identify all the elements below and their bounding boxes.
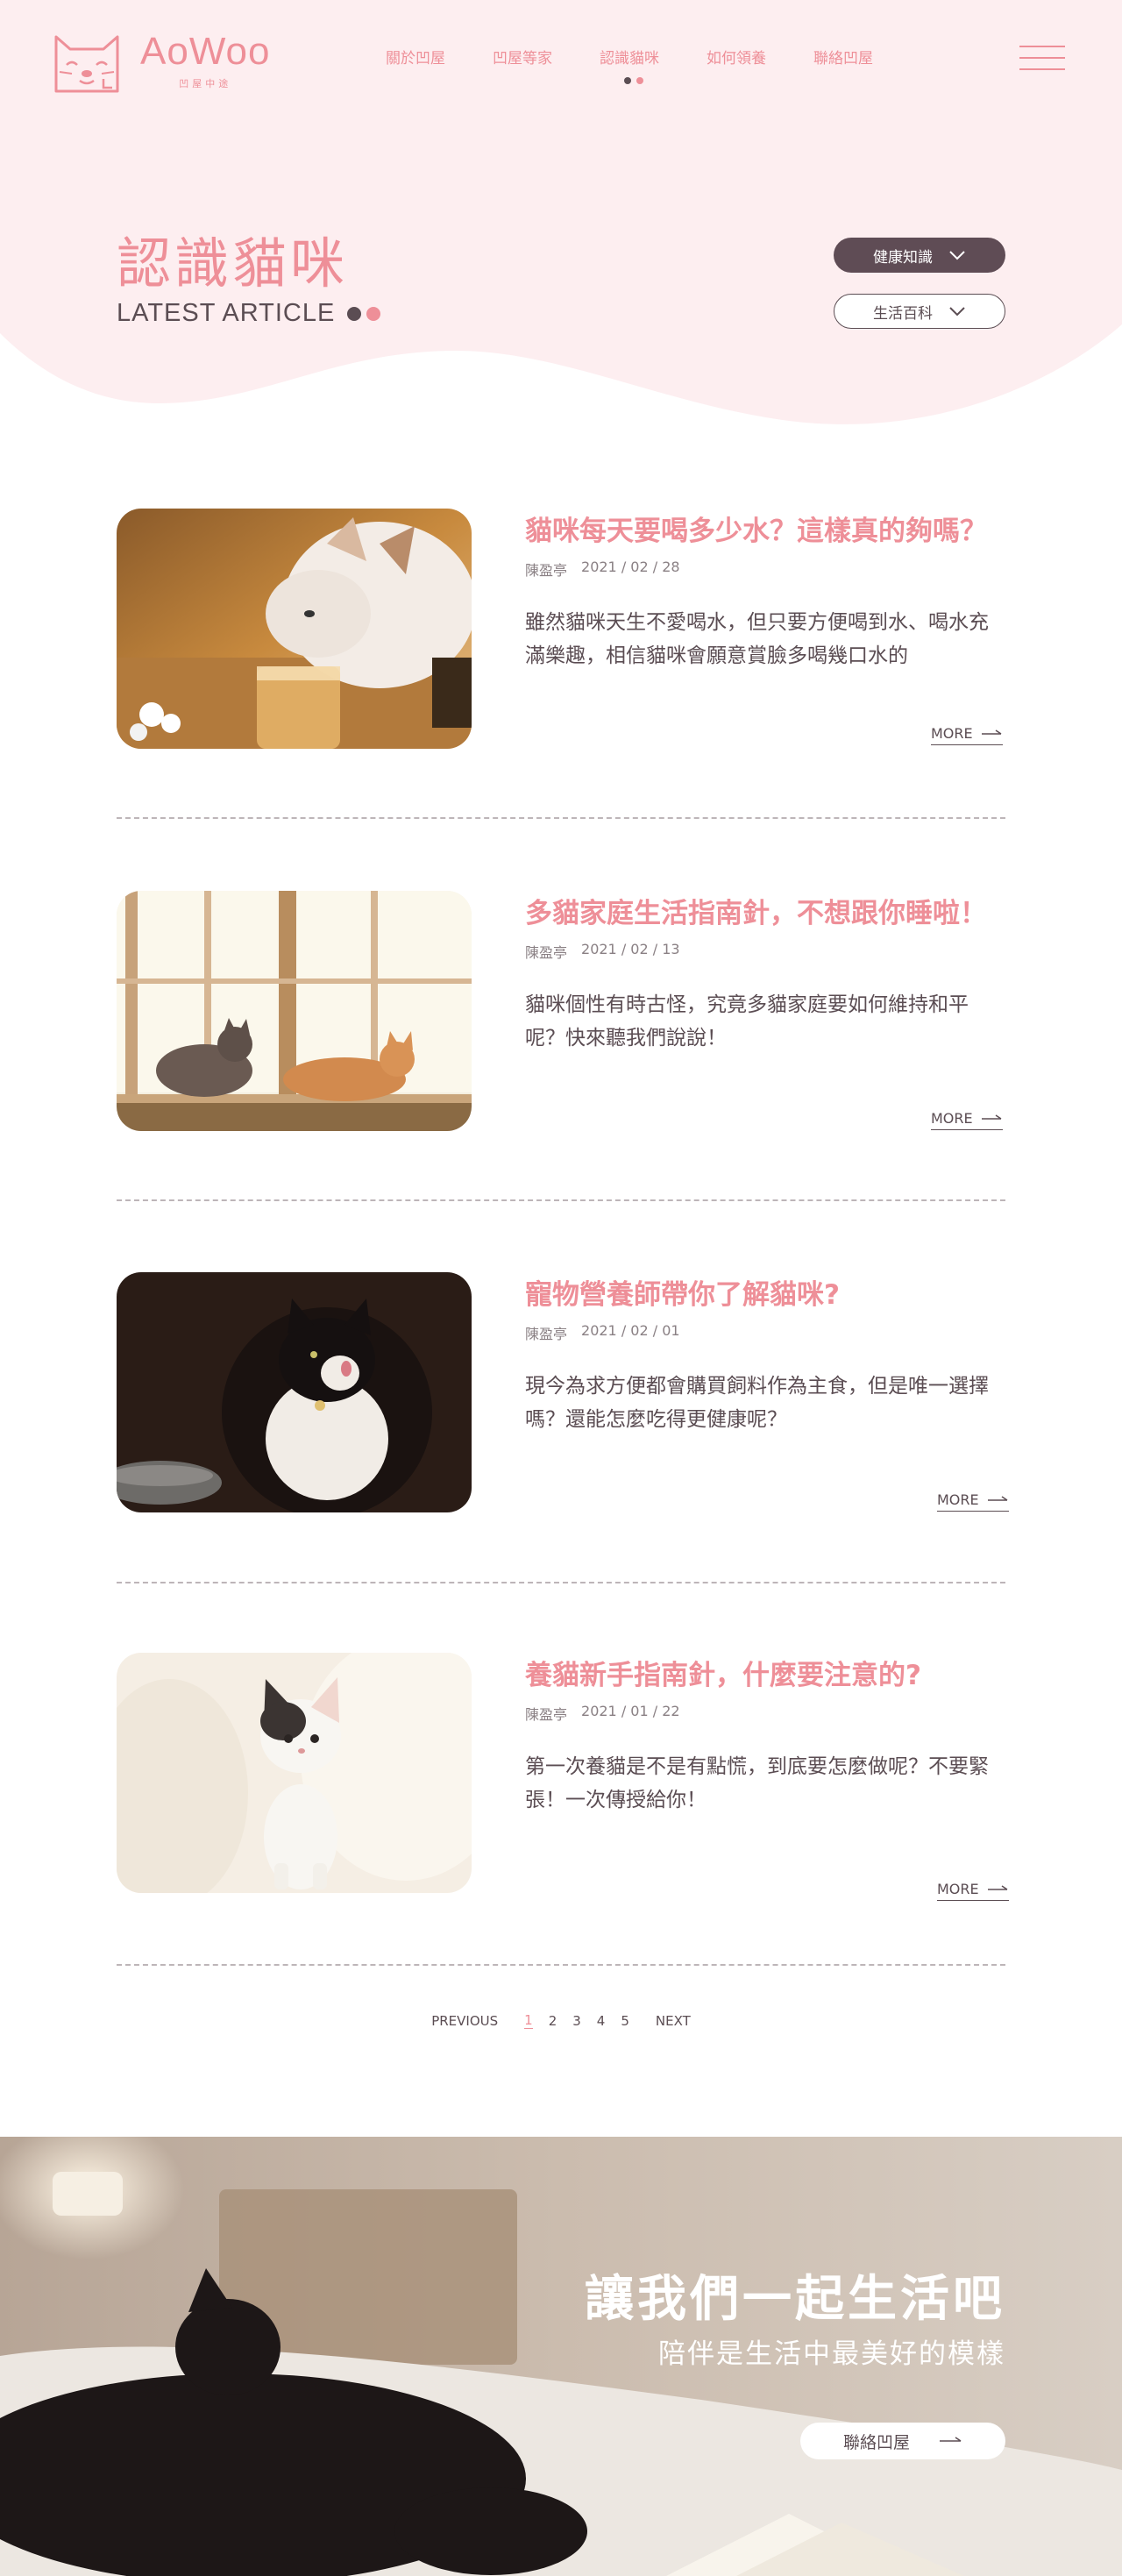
cat-logo-icon	[54, 35, 119, 93]
article-meta: 陳盈亭 2021 / 02 / 01	[525, 1322, 680, 1343]
article-divider	[117, 817, 1005, 819]
arrow-right-icon	[981, 729, 1002, 735]
article-date: 2021 / 02 / 28	[581, 559, 680, 575]
article-divider	[117, 1964, 1005, 1966]
banner-subtitle: 陪伴是生活中最美好的模樣	[658, 2338, 1005, 2370]
nav-item-adopt[interactable]: 如何領養	[707, 46, 813, 68]
filter-label: 健康知識	[873, 248, 933, 267]
page-subtitle-text: LATEST ARTICLE	[117, 299, 336, 327]
filter-label: 生活百科	[873, 304, 933, 323]
filter-life-dropdown[interactable]: 生活百科	[834, 294, 1005, 329]
article-title[interactable]: 多貓家庭生活指南針，不想跟你睡啦！	[525, 891, 987, 930]
nav-item-contact[interactable]: 聯絡凹屋	[813, 46, 920, 68]
article-excerpt: 貓咪個性有時古怪，究竟多貓家庭要如何維持和平呢？快來聽我們說說！	[525, 993, 969, 1050]
pagination-page-4[interactable]: 4	[597, 2013, 606, 2029]
chevron-down-icon	[949, 307, 965, 317]
article-author: 陳盈亭	[525, 1706, 568, 1723]
more-link[interactable]: MORE	[931, 725, 1003, 745]
more-label: MORE	[937, 1491, 979, 1508]
two-cats-by-window-photo[interactable]	[117, 891, 472, 1131]
black-white-cat-licking-photo[interactable]	[117, 1272, 472, 1512]
pagination-page-1[interactable]: 1	[524, 2012, 533, 2029]
article-title[interactable]: 寵物營養師帶你了解貓咪?	[525, 1272, 840, 1312]
arrow-right-icon	[981, 1114, 1002, 1120]
brand-name: AoWoo	[140, 30, 271, 73]
pagination-page-5[interactable]: 5	[621, 2013, 629, 2029]
pagination-next[interactable]: NEXT	[656, 2013, 691, 2029]
arrow-right-icon	[987, 1884, 1008, 1890]
article-excerpt: 雖然貓咪天生不愛喝水，但只要方便喝到水、喝水充滿樂趣，相信貓咪會願意賞臉多喝幾口…	[525, 611, 989, 667]
dot-pink-icon	[366, 306, 381, 321]
more-label: MORE	[931, 725, 973, 742]
chevron-down-icon	[949, 251, 965, 260]
arrow-right-icon	[940, 2437, 962, 2442]
article-divider	[117, 1582, 1005, 1583]
article-card[interactable]: 貓咪每天要喝多少水？這樣真的夠嗎？ 陳盈亭 2021 / 02 / 28 雖然貓…	[117, 509, 1005, 749]
article-author: 陳盈亭	[525, 1326, 568, 1342]
nav-item-know-cats[interactable]: 認識貓咪	[600, 46, 707, 68]
main-nav: 關於凹屋 凹屋等家 認識貓咪 如何領養 聯絡凹屋	[386, 46, 920, 84]
dot-dark-icon	[347, 306, 362, 321]
article-date: 2021 / 02 / 13	[581, 941, 680, 957]
more-link[interactable]: MORE	[937, 1881, 1009, 1901]
arrow-right-icon	[987, 1495, 1008, 1501]
article-meta: 陳盈亭 2021 / 01 / 22	[525, 1703, 680, 1724]
article-divider	[117, 1199, 1005, 1201]
article-author: 陳盈亭	[525, 562, 568, 579]
nav-item-about[interactable]: 關於凹屋	[386, 46, 493, 68]
brand-tagline: 凹屋中途	[179, 78, 232, 89]
pagination-previous[interactable]: PREVIOUS	[431, 2013, 498, 2029]
logo[interactable]: AoWoo 凹屋中途	[51, 26, 271, 96]
article-date: 2021 / 02 / 01	[581, 1322, 680, 1339]
article-title[interactable]: 貓咪每天要喝多少水？這樣真的夠嗎？	[525, 509, 987, 548]
menu-icon[interactable]	[1019, 46, 1065, 72]
contact-button[interactable]: 聯絡凹屋	[800, 2423, 1005, 2459]
article-excerpt: 第一次養貓是不是有點慌，到底要怎麼做呢？不要緊張！一次傳授給你！	[525, 1755, 989, 1811]
more-label: MORE	[937, 1881, 979, 1897]
cat-drinking-water-photo[interactable]	[117, 509, 472, 749]
nav-active-indicator	[624, 77, 643, 84]
article-title[interactable]: 養貓新手指南針，什麼要注意的?	[525, 1653, 921, 1692]
more-link[interactable]: MORE	[937, 1491, 1009, 1512]
article-date: 2021 / 01 / 22	[581, 1703, 680, 1719]
article-meta: 陳盈亭 2021 / 02 / 28	[525, 559, 680, 580]
filter-health-dropdown[interactable]: 健康知識	[834, 238, 1005, 273]
pagination: PREVIOUS 1 2 3 4 5 NEXT	[0, 2012, 1122, 2029]
article-card[interactable]: 寵物營養師帶你了解貓咪? 陳盈亭 2021 / 02 / 01 現今為求方便都會…	[117, 1272, 1009, 1512]
more-link[interactable]: MORE	[931, 1110, 1003, 1130]
article-author: 陳盈亭	[525, 944, 568, 961]
page-title: 認識貓咪	[117, 231, 349, 295]
article-meta: 陳盈亭 2021 / 02 / 13	[525, 941, 680, 962]
article-card[interactable]: 養貓新手指南針，什麼要注意的? 陳盈亭 2021 / 01 / 22 第一次養貓…	[117, 1653, 1009, 1901]
kitten-sitting-photo[interactable]	[117, 1653, 472, 1893]
pagination-page-2[interactable]: 2	[549, 2013, 557, 2029]
article-excerpt: 現今為求方便都會購買飼料作為主食，但是唯一選擇嗎？還能怎麼吃得更健康呢？	[525, 1375, 989, 1431]
pagination-page-3[interactable]: 3	[572, 2013, 581, 2029]
article-card[interactable]: 多貓家庭生活指南針，不想跟你睡啦！ 陳盈亭 2021 / 02 / 13 貓咪個…	[117, 891, 1005, 1131]
contact-banner: 讓我們一起生活吧 陪伴是生活中最美好的模樣 聯絡凹屋	[0, 2137, 1122, 2576]
page-subtitle: LATEST ARTICLE	[117, 299, 381, 328]
banner-title: 讓我們一起生活吧	[585, 2271, 1005, 2328]
contact-button-label: 聯絡凹屋	[842, 2432, 910, 2452]
more-label: MORE	[931, 1110, 973, 1127]
nav-item-cats-waiting[interactable]: 凹屋等家	[493, 46, 600, 68]
